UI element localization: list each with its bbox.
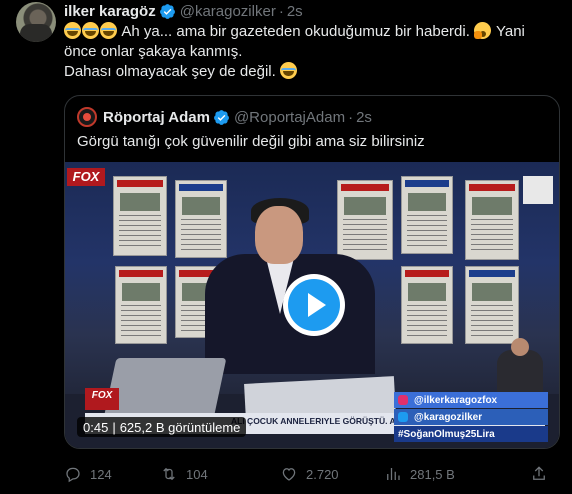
yawning-emoji-icon [474, 22, 492, 39]
laughing-emoji-icon [100, 22, 117, 39]
views-button[interactable]: 281,5 B [384, 465, 494, 483]
separator: | [112, 419, 116, 435]
author-avatar[interactable] [16, 2, 56, 42]
social-handles-overlay: @ilkerkaragozfox @karagozilker #SoğanOlm… [394, 392, 548, 442]
laughing-emoji-icon [279, 62, 297, 79]
newspaper-image [115, 266, 167, 344]
laughing-emoji-icon [64, 22, 81, 39]
quoted-tweet-header: Röportaj Adam @RoportajAdam · 2s [77, 107, 372, 127]
newspaper-image [465, 180, 519, 260]
heart-icon [282, 468, 296, 481]
retweet-button[interactable]: 104 [160, 465, 280, 483]
quoted-tweet-time[interactable]: 2s [356, 109, 372, 126]
separator-dot: · [348, 108, 354, 126]
video-duration-badge: 0:45 | 625,2 B görüntüleme [77, 417, 247, 437]
author-name[interactable]: ilker karagöz [64, 3, 156, 20]
like-button[interactable]: 2.720 [280, 465, 384, 483]
social-row: #SoğanOlmuş25Lira [394, 426, 548, 442]
tweet-time[interactable]: 2s [287, 3, 303, 20]
newspaper-image [401, 266, 453, 344]
quoted-tweet-text: Görgü tanığı çok güvenilir değil gibi am… [77, 133, 425, 150]
quoted-author-handle[interactable]: @RoportajAdam [234, 109, 345, 126]
tweet-header: ilker karagöz @karagozilker · 2s [64, 2, 303, 20]
author-handle[interactable]: @karagozilker [180, 3, 276, 20]
video-player[interactable]: FOX ALI ÇOCUK ANNELERIYLE GÖRÜŞTÜ. ANNE:… [65, 162, 559, 448]
channel-corner-badge [523, 176, 553, 204]
tweet-line-2: önce onlar şakaya kanmış. [64, 43, 243, 60]
tweet-line-1: Ah ya... ama bir gazeteden okuduğumuz bi… [121, 23, 470, 40]
newspaper-image [465, 266, 519, 344]
share-button[interactable] [530, 465, 556, 483]
tweet-line-1b: Yani [495, 23, 525, 40]
quoted-author-avatar[interactable] [77, 107, 97, 127]
quoted-author-name[interactable]: Röportaj Adam [103, 109, 210, 126]
like-count: 2.720 [306, 466, 339, 482]
reply-icon [66, 467, 80, 483]
newspaper-image [401, 176, 453, 254]
verified-badge-icon [214, 109, 229, 125]
analytics-icon [387, 468, 400, 480]
sign-language-interpreter [497, 338, 543, 394]
anchor-head [255, 206, 303, 264]
reply-button[interactable]: 124 [64, 465, 160, 483]
twitter-icon [398, 412, 408, 422]
instagram-icon [398, 395, 408, 405]
fox-lower-logo: FOX [85, 388, 119, 410]
newspaper-image [337, 180, 393, 260]
tweet-actions: 124 104 2.720 281,5 B [64, 462, 560, 486]
tweet-line-3: Dahası olmayacak şey de değil. [64, 63, 276, 80]
separator-dot: · [278, 2, 284, 20]
newspaper-image [113, 176, 167, 256]
retweet-count: 104 [186, 466, 208, 482]
retweet-icon [163, 467, 175, 481]
social-row: @ilkerkaragozfox [394, 392, 548, 408]
news-ticker: ALI ÇOCUK ANNELERIYLE GÖRÜŞTÜ. ANNE: [231, 416, 417, 426]
video-duration: 0:45 [83, 419, 109, 435]
quoted-tweet[interactable]: Röportaj Adam @RoportajAdam · 2s Görgü t… [64, 95, 560, 449]
newspaper-image [175, 180, 227, 258]
social-row: @karagozilker [394, 409, 548, 425]
views-count: 281,5 B [410, 466, 455, 482]
verified-badge-icon [159, 3, 175, 19]
share-icon [533, 466, 545, 480]
play-button[interactable] [283, 274, 345, 336]
video-views: 625,2 B görüntüleme [119, 419, 241, 435]
laughing-emoji-icon [82, 22, 99, 39]
fox-channel-logo: FOX [67, 168, 105, 186]
reply-count: 124 [90, 466, 112, 482]
tweet-text: Ah ya... ama bir gazeteden okuduğumuz bi… [64, 22, 560, 82]
play-icon [288, 279, 340, 331]
